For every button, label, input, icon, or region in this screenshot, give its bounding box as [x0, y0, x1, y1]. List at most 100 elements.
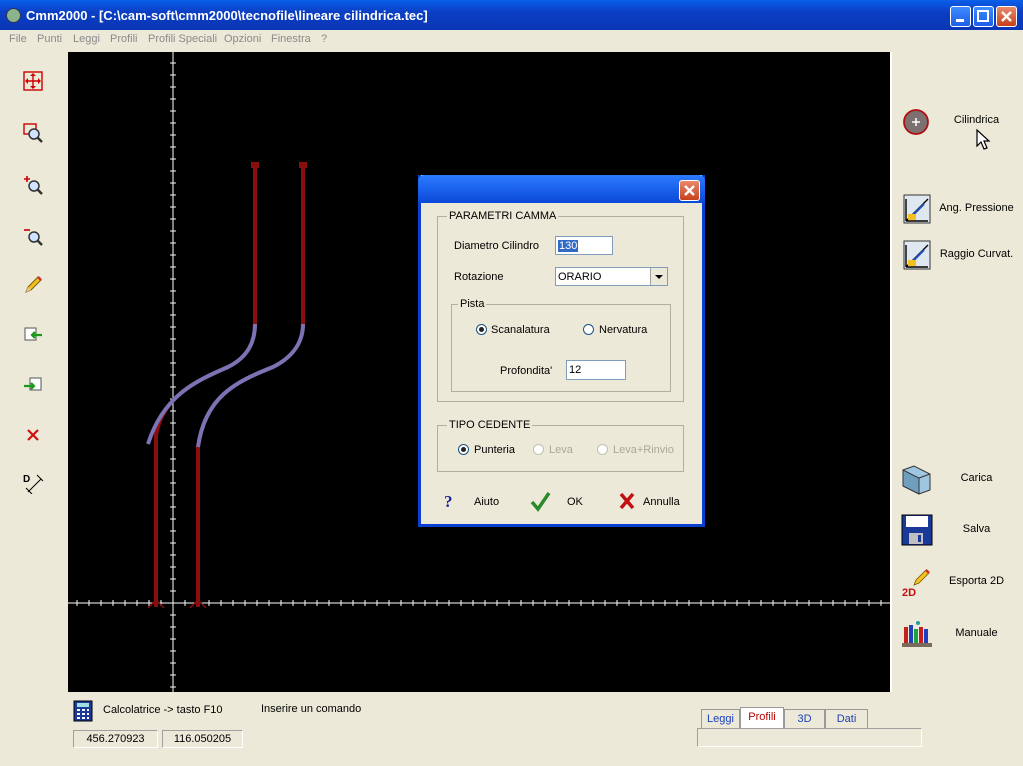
- delete-icon[interactable]: [22, 424, 44, 446]
- zoom-out-icon[interactable]: [22, 225, 44, 247]
- ok-label: OK: [567, 496, 583, 508]
- raggio-curvat-button[interactable]: Raggio Curvat.: [892, 234, 1022, 274]
- tab-content-bar: [697, 728, 922, 747]
- status-area: Calcolatrice -> tasto F10 Inserire un co…: [0, 692, 1023, 766]
- ang-pressione-label: Ang. Pressione: [939, 202, 1014, 214]
- cilindrica-label: Cilindrica: [953, 114, 1000, 126]
- rotazione-value: ORARIO: [558, 271, 602, 283]
- punteria-label: Punteria: [474, 444, 515, 456]
- svg-text:D: D: [23, 474, 30, 485]
- scanalatura-label: Scanalatura: [491, 324, 550, 336]
- chevron-down-icon: [655, 275, 663, 279]
- rotazione-select[interactable]: ORARIO: [555, 267, 668, 286]
- parametri-dialog: PARAMETRI CAMMA Diametro Cilindro 130 Ro…: [418, 175, 705, 527]
- import-icon[interactable]: [22, 324, 44, 346]
- tab-leggi[interactable]: Leggi: [701, 709, 740, 728]
- mouse-cursor-icon: [976, 129, 991, 150]
- right-toolbar: Cilindrica Ang. Pressione Raggio Curvat.…: [890, 52, 1022, 692]
- manuale-button[interactable]: Manuale: [892, 613, 1022, 653]
- rotazione-dropdown-button[interactable]: [650, 268, 667, 285]
- maximize-icon: [977, 10, 989, 22]
- diametro-input[interactable]: 130: [555, 236, 613, 255]
- manuale-label: Manuale: [955, 627, 998, 639]
- menu-leggi[interactable]: Leggi: [73, 33, 100, 45]
- leva-radio[interactable]: [533, 444, 544, 455]
- check-icon: [530, 492, 551, 512]
- coord-x: 456.270923: [73, 730, 158, 748]
- leva-rinvio-label: Leva+Rinvio: [613, 444, 674, 456]
- dialog-close-button[interactable]: [679, 180, 700, 201]
- export-2d-icon: 2D: [902, 569, 930, 599]
- export-icon[interactable]: [22, 374, 44, 396]
- profile-left-cap: [251, 162, 259, 168]
- pressure-angle-icon: [903, 194, 931, 224]
- title-bar: Cmm2000 - [C:\cam-soft\cmm2000\tecnofile…: [0, 0, 1023, 30]
- dialog-title-bar: [418, 175, 705, 203]
- ang-pressione-button[interactable]: Ang. Pressione: [892, 188, 1022, 228]
- calculator-icon[interactable]: [73, 700, 93, 722]
- group-tipo-cedente-label: TIPO CEDENTE: [447, 419, 533, 431]
- app-icon[interactable]: [6, 8, 21, 23]
- menu-profili-speciali[interactable]: Profili Speciali: [148, 33, 217, 45]
- profondita-input[interactable]: 12: [566, 360, 626, 380]
- salva-label: Salva: [962, 523, 991, 535]
- coord-y: 116.050205: [162, 730, 243, 748]
- maximize-button[interactable]: [973, 6, 994, 27]
- calculator-hint: Calcolatrice -> tasto F10: [103, 704, 223, 716]
- carica-button[interactable]: Carica: [892, 458, 1022, 498]
- menu-bar: File Punti Leggi Profili Profili Special…: [0, 30, 1023, 49]
- leva-label: Leva: [549, 444, 573, 456]
- raggio-curvat-label: Raggio Curvat.: [939, 248, 1014, 260]
- scanalatura-radio[interactable]: [476, 324, 487, 335]
- rotazione-label: Rotazione: [454, 271, 504, 283]
- menu-finestra[interactable]: Finestra: [271, 33, 311, 45]
- pencil-icon[interactable]: [22, 274, 44, 296]
- salva-button[interactable]: Salva: [892, 509, 1022, 549]
- ok-button[interactable]: OK: [527, 490, 587, 514]
- aiuto-label: Aiuto: [474, 496, 500, 508]
- command-prompt: Inserire un comando: [261, 703, 362, 715]
- cilindrica-button[interactable]: Cilindrica: [892, 100, 1022, 140]
- group-parametri-camma-label: PARAMETRI CAMMA: [447, 210, 559, 222]
- nervatura-radio[interactable]: [583, 324, 594, 335]
- aiuto-button[interactable]: ? Aiuto: [441, 490, 511, 514]
- 2d-badge: 2D: [902, 587, 916, 599]
- tab-3d[interactable]: 3D: [784, 709, 825, 728]
- cylinder-icon: [903, 109, 929, 135]
- move-icon[interactable]: [22, 70, 44, 92]
- tab-dati[interactable]: Dati: [825, 709, 868, 728]
- esporta-2d-button[interactable]: 2D Esporta 2D: [892, 561, 1022, 601]
- annulla-button[interactable]: Annulla: [615, 490, 687, 514]
- tab-profili[interactable]: Profili: [740, 707, 784, 728]
- annulla-label: Annulla: [643, 496, 680, 508]
- menu-help[interactable]: ?: [321, 33, 327, 45]
- minimize-button[interactable]: [950, 6, 971, 27]
- dimension-icon[interactable]: D: [22, 472, 44, 494]
- carica-label: Carica: [960, 472, 993, 484]
- menu-opzioni[interactable]: Opzioni: [224, 33, 261, 45]
- close-icon: [684, 185, 695, 196]
- open-folder-icon: [902, 465, 931, 495]
- zoom-window-icon[interactable]: [22, 122, 44, 144]
- menu-file[interactable]: File: [9, 33, 27, 45]
- group-pista-label: Pista: [458, 298, 487, 310]
- svg-text:?: ?: [444, 492, 453, 510]
- window-title: Cmm2000 - [C:\cam-soft\cmm2000\tecnofile…: [26, 8, 428, 23]
- profile-right-cap: [299, 162, 307, 168]
- close-button[interactable]: [996, 6, 1017, 27]
- leva-rinvio-radio[interactable]: [597, 444, 608, 455]
- save-disk-icon: [901, 514, 933, 546]
- menu-punti[interactable]: Punti: [37, 33, 62, 45]
- punteria-radio[interactable]: [458, 444, 469, 455]
- profile-right-red: [196, 165, 305, 607]
- minimize-icon: [956, 19, 964, 22]
- diametro-label: Diametro Cilindro: [454, 240, 539, 252]
- profondita-label: Profondita': [500, 365, 553, 377]
- esporta-2d-label: Esporta 2D: [948, 575, 1005, 587]
- diametro-value: 130: [558, 240, 579, 252]
- zoom-in-icon[interactable]: [22, 174, 44, 196]
- curvature-radius-icon: [903, 240, 931, 270]
- cancel-x-icon: [619, 492, 635, 510]
- help-question-icon: ?: [444, 492, 453, 510]
- menu-profili[interactable]: Profili: [110, 33, 138, 45]
